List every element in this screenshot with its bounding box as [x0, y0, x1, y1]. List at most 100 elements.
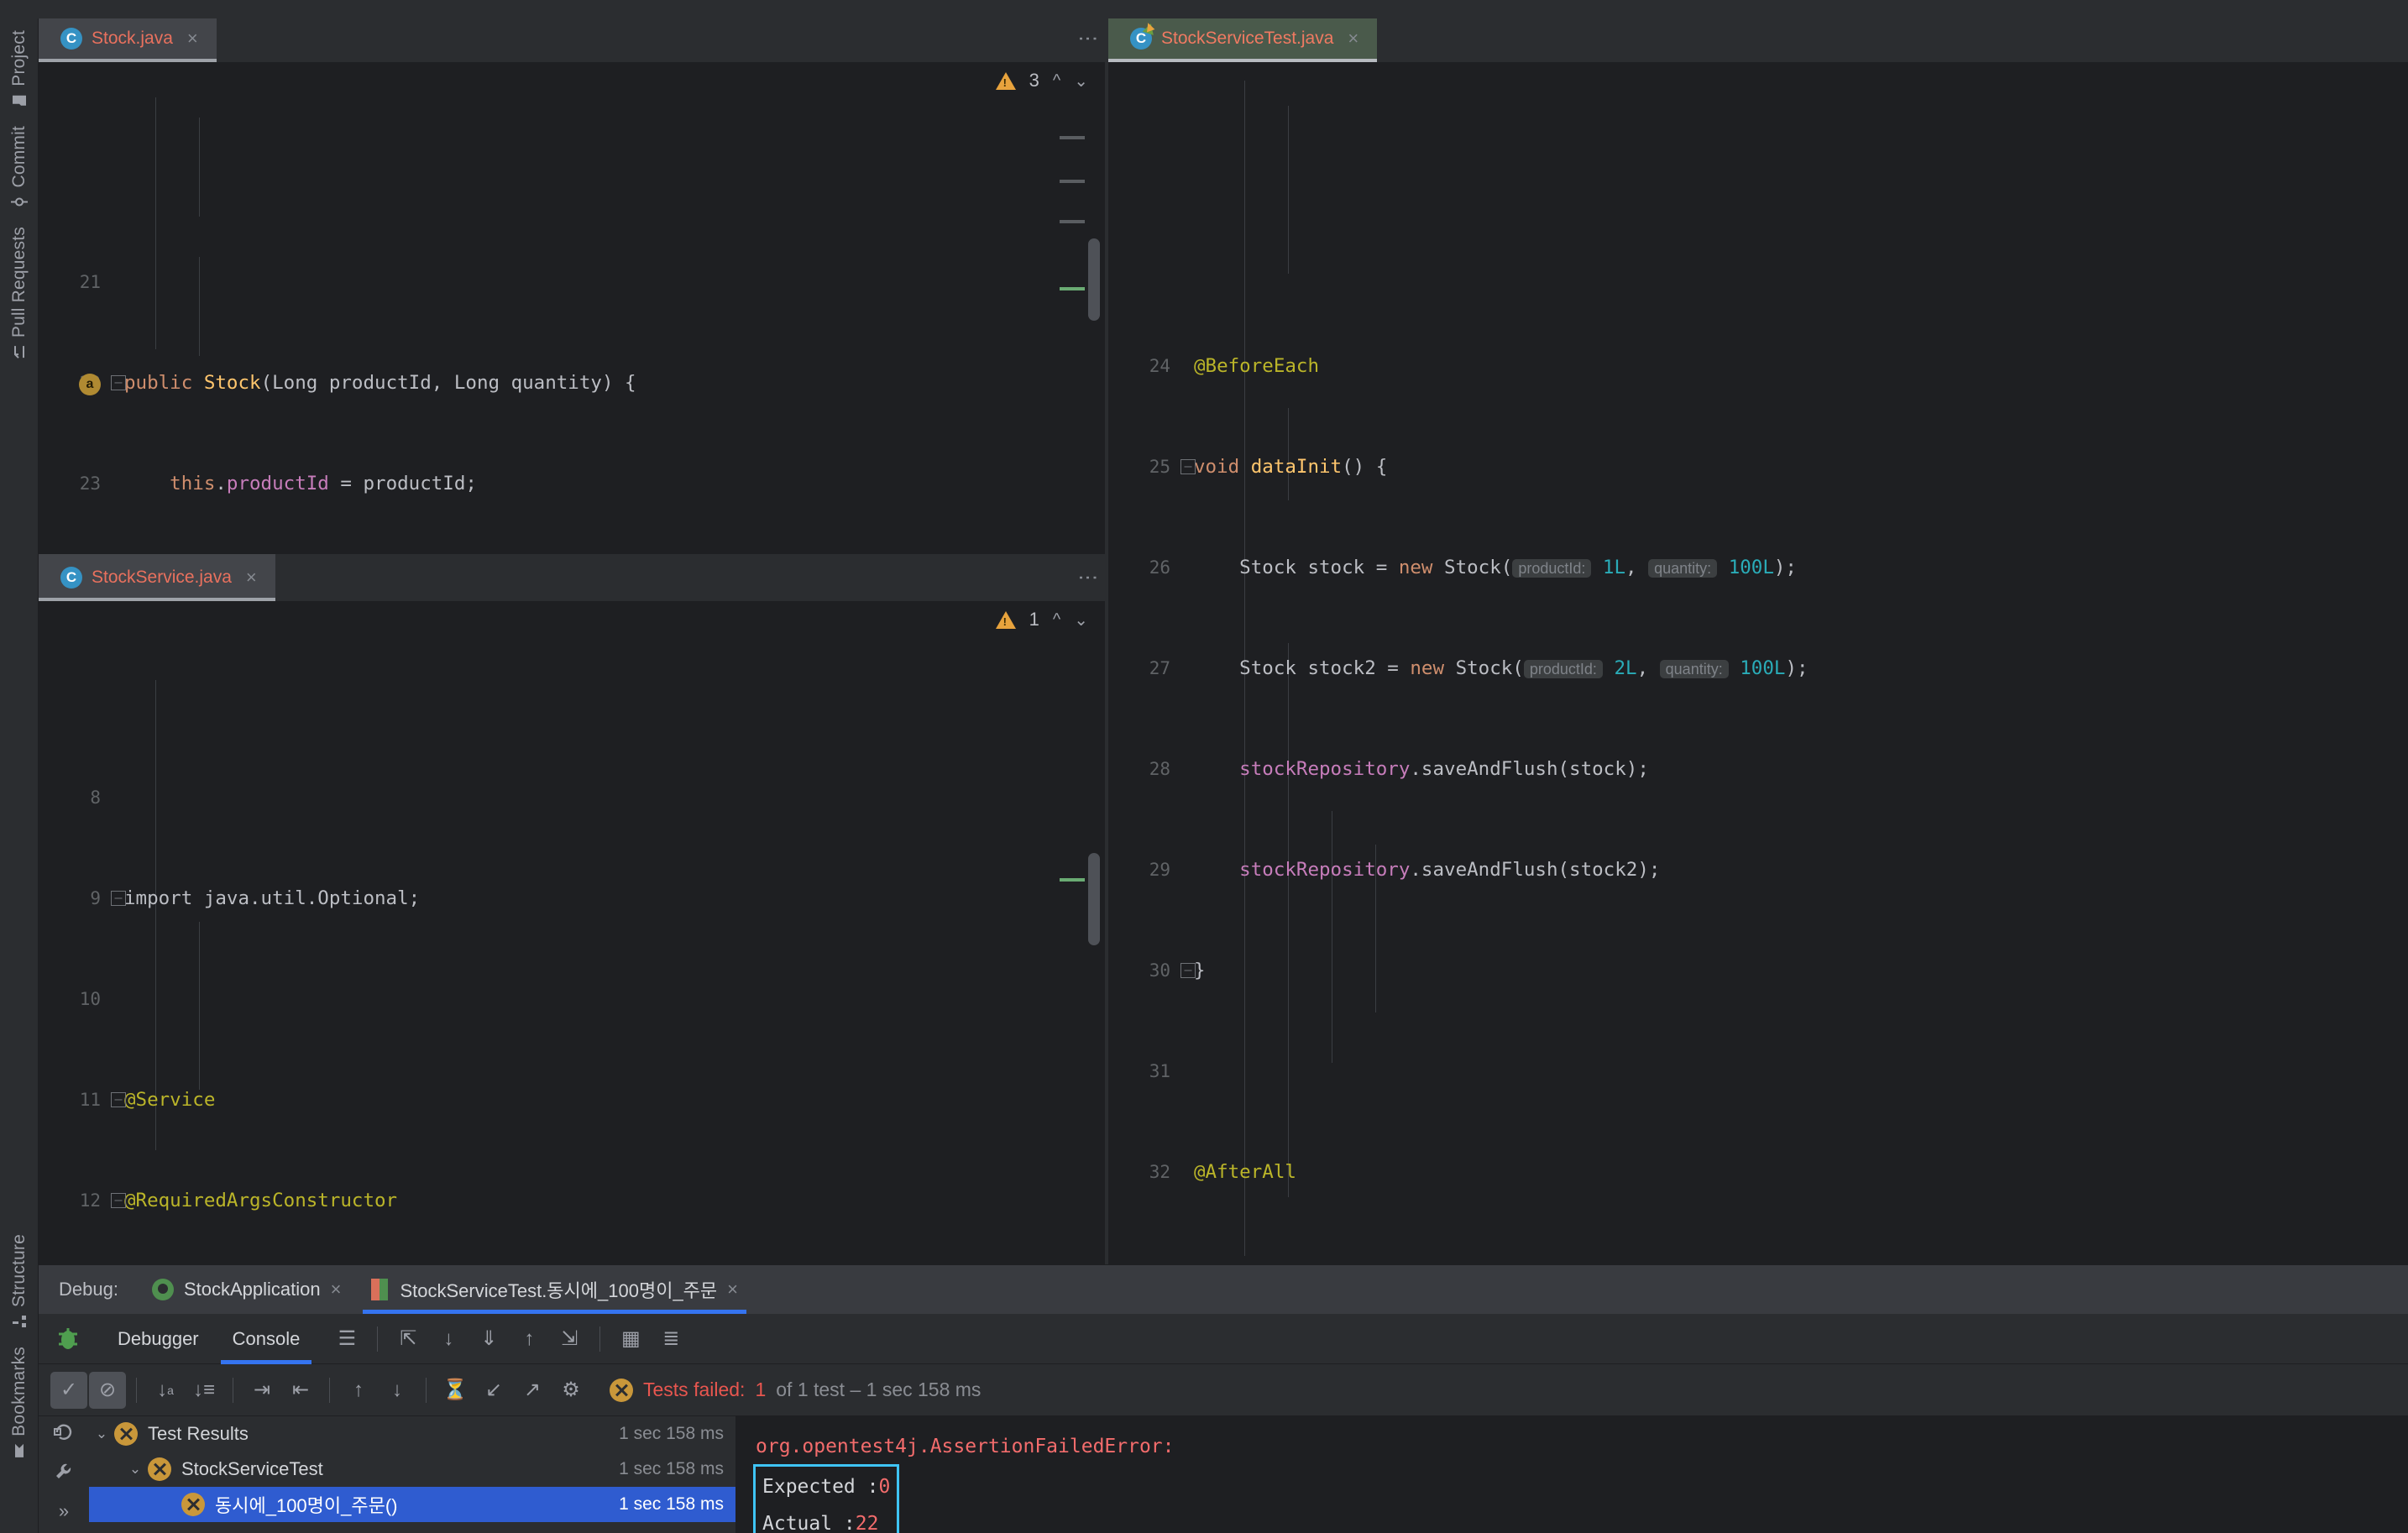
editor-scrollbar-stockservice[interactable] — [1088, 853, 1100, 945]
structure-icon — [13, 1316, 26, 1327]
import-tests-icon[interactable]: ↙ — [475, 1372, 512, 1409]
tests-total-label: of 1 test – 1 sec 158 ms — [776, 1379, 982, 1400]
expected-actual-highlight: Expected :0 Actual :22 — [752, 1464, 900, 1533]
annotation-gutter-icon[interactable]: a — [79, 374, 101, 395]
sort-alphabetically-icon[interactable]: ↓ a — [147, 1372, 184, 1409]
debug-title: Debug: — [59, 1279, 118, 1300]
close-tab-icon[interactable]: × — [187, 28, 198, 50]
more-options-icon[interactable]: ⋮ — [1076, 29, 1099, 49]
editor-stock-java[interactable]: 3 ^ ⌄ 21 22a–public Stock(Long productId… — [39, 62, 1105, 562]
chevron-down-icon[interactable]: ⌄ — [123, 1461, 148, 1478]
test-settings-gear-icon[interactable]: ⚙ — [552, 1372, 589, 1409]
expected-value: 0 — [878, 1476, 891, 1498]
close-tab-icon[interactable]: × — [246, 567, 257, 589]
sidebar-item-structure[interactable]: Structure — [9, 1226, 29, 1338]
tab-stockservice-java[interactable]: C StockService.java × — [39, 554, 275, 601]
tab-console[interactable]: Console — [216, 1314, 317, 1364]
commit-icon — [11, 197, 28, 207]
run-to-cursor-icon[interactable]: ⇲ — [551, 1321, 588, 1358]
code-line: 9– import java.util.Optional; — [90, 887, 421, 909]
tests-failed-label: Tests failed: — [643, 1379, 746, 1400]
next-failed-test-icon[interactable]: ↓ — [379, 1372, 416, 1409]
code-area-stockservice[interactable]: 8 9– import java.util.Optional; 10 11– @Se… — [39, 613, 1105, 1264]
export-tests-icon[interactable]: ↗ — [514, 1372, 551, 1409]
tab-stockservicetest-java[interactable]: C StockServiceTest.java × — [1108, 15, 1378, 62]
step-into-icon[interactable]: ↓ — [430, 1321, 467, 1358]
code-line: 12– @RequiredArgsConstructor — [79, 1190, 398, 1211]
tests-failed-count: 1 — [755, 1379, 767, 1400]
test-failed-icon — [148, 1457, 171, 1481]
debug-step-toolbar: ☰ ⇱ ↓ ⇓ ↑ ⇲ ▦ ≣ — [317, 1321, 689, 1358]
test-duration: 1 sec 158 ms — [619, 1494, 724, 1514]
test-node-label: 동시에_100명이_주문() — [215, 1495, 398, 1516]
debug-tab-stockapplication[interactable]: StockApplication × — [137, 1265, 357, 1314]
editor-stockservice-java[interactable]: 1 ^ ⌄ 8 9–import java.util.Optional; 10 … — [39, 601, 1105, 1264]
java-class-icon: C — [60, 567, 82, 589]
code-line: 25– void dataInit() { — [1149, 456, 1388, 478]
editor-tabstrip-test: C StockServiceTest.java × — [1108, 15, 2408, 62]
show-ignored-tests-icon[interactable]: ⊘ — [89, 1371, 126, 1409]
close-icon[interactable]: × — [331, 1279, 342, 1300]
spring-leaf-icon — [151, 1279, 174, 1300]
assertion-error-line: org.opentest4j.AssertionFailedError: — [756, 1436, 1175, 1457]
code-line: 33–void delete() { — [1108, 1256, 2408, 1264]
rerun-failed-icon[interactable] — [53, 1421, 75, 1447]
chevron-down-icon[interactable]: ⌄ — [89, 1426, 114, 1442]
test-history-icon[interactable]: ⏳ — [437, 1372, 474, 1409]
editor-tab-actions: ⋮ — [1070, 554, 1105, 601]
bookmark-icon — [15, 1443, 24, 1457]
editor-tab-actions: ⋮ — [1070, 15, 1105, 62]
close-tab-icon[interactable]: × — [1348, 28, 1358, 50]
sidebar-item-project[interactable]: Project — [9, 22, 29, 118]
expand-rail-icon[interactable]: » — [59, 1500, 69, 1522]
test-results-tree[interactable]: ⌄ Test Results 1 sec 158 ms ⌄ StockServi… — [89, 1416, 735, 1533]
editor-scrollbar-stock[interactable] — [1088, 238, 1100, 321]
test-failed-icon — [181, 1493, 205, 1516]
code-line: 23 this.productId = productId; — [79, 473, 477, 494]
code-line: 8 — [90, 787, 101, 808]
evaluate-expression-icon[interactable]: ▦ — [612, 1321, 649, 1358]
table-row[interactable]: ⌄ StockServiceTest 1 sec 158 ms — [89, 1452, 735, 1487]
code-line: 21 — [79, 272, 101, 292]
code-line: 31 — [1149, 1061, 1170, 1081]
expected-label: Expected : — [762, 1476, 879, 1498]
left-tool-strip: Project Commit Pull Requests Structure B… — [0, 0, 39, 1533]
tab-debugger[interactable]: Debugger — [101, 1314, 216, 1364]
tab-label: StockServiceTest.java — [1161, 29, 1334, 48]
tab-stock-java[interactable]: C Stock.java × — [39, 15, 217, 62]
sidebar-item-label: Structure — [9, 1234, 29, 1307]
sidebar-item-bookmarks[interactable]: Bookmarks — [9, 1338, 29, 1468]
sidebar-item-pull-requests[interactable]: Pull Requests — [9, 218, 29, 369]
sort-by-duration-icon[interactable]: ↓≡ — [186, 1372, 222, 1409]
test-runner-toolbar: ✓ ⊘ ↓ a ↓≡ ⇥ ⇤ ↑ ↓ ⏳ ↙ ↗ ⚙ Tests failed: … — [39, 1364, 2408, 1416]
sidebar-item-commit[interactable]: Commit — [9, 118, 29, 219]
show-execution-point-icon[interactable]: ☰ — [328, 1321, 365, 1358]
code-area-test[interactable]: 24 @BeforeEach 25– void dataInit() { 26 St… — [1108, 62, 2408, 1264]
code-line: 30–} — [1149, 960, 1206, 981]
code-area-stock[interactable]: 21 22a–public Stock(Long productId, Long… — [39, 64, 1105, 562]
sidebar-item-label: Pull Requests — [9, 227, 29, 338]
java-class-icon: C — [60, 28, 82, 50]
step-over-icon[interactable]: ⇱ — [390, 1321, 427, 1358]
more-options-icon[interactable]: ⋮ — [1076, 568, 1099, 588]
debug-tab-stockservicetest[interactable]: StockServiceTest.동시에_100명이_주문 × — [356, 1265, 753, 1314]
expand-all-icon[interactable]: ⇥ — [243, 1372, 280, 1409]
code-line: 11– @Service — [79, 1089, 216, 1111]
test-console-output[interactable]: org.opentest4j.AssertionFailedError: Exp… — [735, 1416, 2408, 1533]
test-settings-wrench-icon[interactable] — [53, 1461, 75, 1487]
close-icon[interactable]: × — [727, 1279, 738, 1300]
test-failed-icon — [114, 1422, 138, 1446]
step-out-icon[interactable]: ↑ — [510, 1321, 547, 1358]
code-line: 26 Stock stock = new Stock(productId: 1L… — [1149, 557, 1797, 578]
show-passed-tests-icon[interactable]: ✓ — [50, 1371, 87, 1409]
editor-stockservicetest-java[interactable]: 24 @BeforeEach 25– void dataInit() { 26 St… — [1108, 62, 2408, 1264]
debug-subtabs-row: Debugger Console ☰ ⇱ ↓ ⇓ ↑ ⇲ ▦ ≣ — [39, 1314, 2408, 1364]
previous-failed-test-icon[interactable]: ↑ — [340, 1372, 377, 1409]
settings-icon[interactable]: ≣ — [652, 1321, 689, 1358]
force-step-into-icon[interactable]: ⇓ — [470, 1321, 507, 1358]
table-row[interactable]: ⌄ Test Results 1 sec 158 ms — [89, 1416, 735, 1452]
editor-tabstrip-stockservice: C StockService.java × ⋮ — [39, 554, 1105, 601]
test-duration: 1 sec 158 ms — [619, 1459, 724, 1478]
collapse-all-icon[interactable]: ⇤ — [282, 1372, 319, 1409]
table-row[interactable]: 동시에_100명이_주문() 1 sec 158 ms — [89, 1487, 735, 1522]
